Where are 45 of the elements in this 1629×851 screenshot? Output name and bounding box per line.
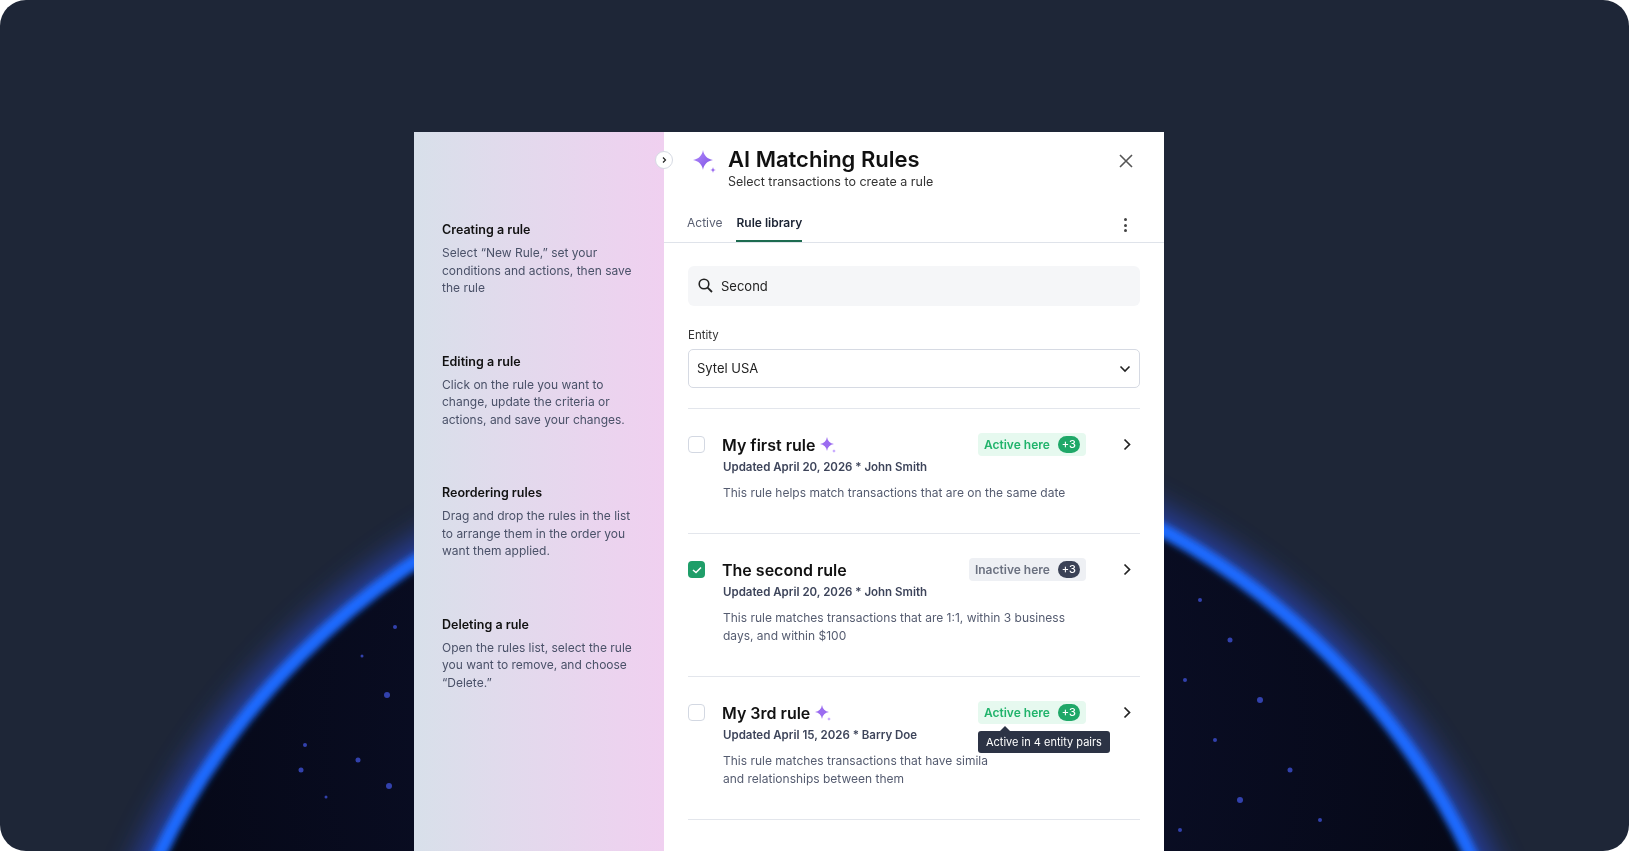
section-heading: Deleting a rule — [442, 616, 530, 633]
panel-title: AI Matching Rules — [728, 145, 921, 173]
checkbox[interactable] — [688, 561, 705, 578]
checkbox[interactable] — [688, 436, 705, 453]
updated-text: Updated April 20, 2026 * John Smith — [723, 459, 928, 475]
sparkle-icon — [692, 149, 718, 175]
close-button[interactable] — [1118, 153, 1134, 169]
count-pill: +3 — [1057, 436, 1080, 453]
section-heading: Creating a rule — [442, 222, 532, 238]
tooltip: Active in 4 entity pairs — [977, 731, 1110, 753]
tab[interactable]: Active — [687, 205, 723, 242]
chevron-right-button[interactable] — [1122, 705, 1132, 720]
updated-text: Updated April 20, 2026 * John Smith — [723, 584, 928, 600]
rule-description: This rule helps match transactions that are on the same date — [723, 484, 1067, 502]
updated-text: Updated April 15, 2026 * Barry Doe — [723, 727, 918, 743]
entity-dropdown[interactable]: Sytel USA — [688, 349, 1140, 388]
more-options-button[interactable] — [1122, 218, 1128, 232]
chevron-right-button[interactable] — [1122, 562, 1132, 577]
rule-title: The second rule — [722, 558, 847, 581]
section-text: Click on the rule you want to change, update the criteria or actions, and save your changes. — [442, 375, 626, 428]
status-label: Inactive here — [974, 560, 1050, 579]
section-text: Select “New Rule,” set your conditions and actions, then save the rule — [442, 244, 633, 297]
section-text: Drag and drop the rules in the list to arrange them in the order you want them applied. — [442, 507, 632, 560]
rule-title: My first rule — [722, 433, 816, 456]
chevron-down-icon — [1119, 364, 1131, 373]
search-field[interactable]: Second — [688, 266, 1140, 306]
rule-title: My 3rd rule — [722, 701, 811, 724]
tab[interactable]: Rule library — [736, 205, 803, 242]
status-label: Active here — [983, 435, 1050, 454]
check-icon — [691, 565, 702, 574]
search-icon — [698, 278, 713, 293]
chevron-right-button[interactable] — [1122, 437, 1132, 452]
rule-description: This rule matches transactions that are 1:1, within 3 business days, and within $100 — [723, 609, 1066, 645]
panel-subtitle: Select transactions to create a rule — [728, 174, 935, 190]
section-text: Open the rules list, select the rule you want to remove, and choose “Delete.” — [442, 638, 633, 691]
rule-description: This rule matches transactions that have simila and relationships between them — [723, 752, 989, 788]
entity-label: Entity — [688, 328, 720, 342]
count-pill: +3 — [1057, 704, 1080, 721]
chevron-right-icon — [660, 156, 668, 164]
section-heading: Reordering rules — [442, 485, 543, 501]
checkbox[interactable] — [688, 704, 705, 721]
section-heading: Editing a rule — [442, 353, 522, 370]
status-label: Active here — [983, 703, 1050, 722]
count-pill: +3 — [1057, 561, 1080, 578]
rule-row[interactable]: The second rule Inactive here +3 Updated April 20, 2026 * John Smith This rule matches transactions that are 1:1, within 3 business days, and within $100 — [688, 534, 1140, 677]
